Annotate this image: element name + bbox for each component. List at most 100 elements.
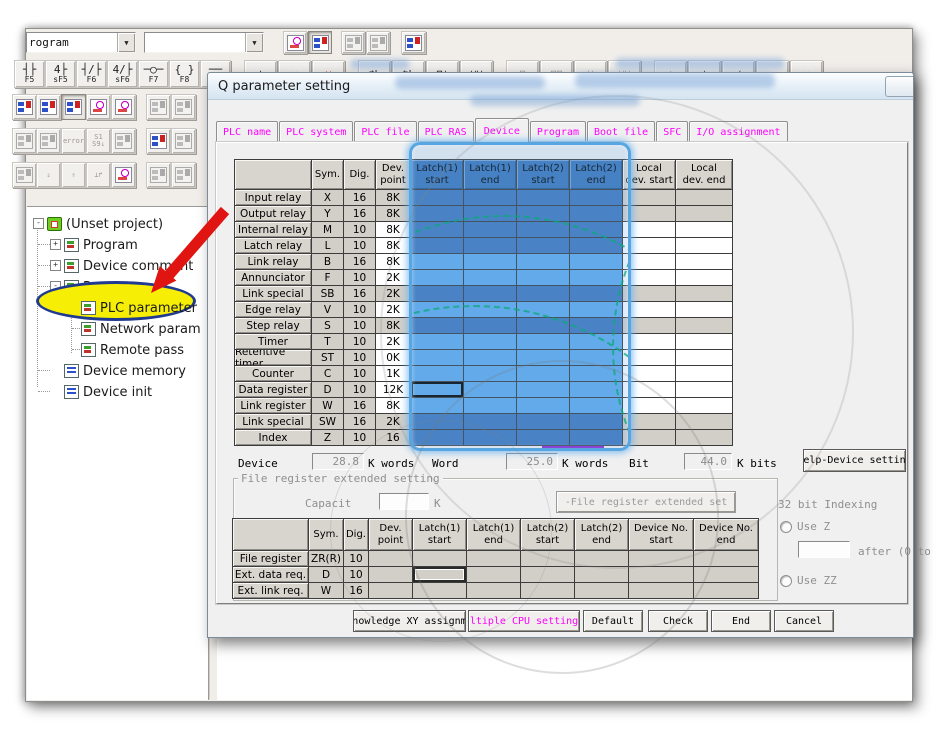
dialog-titlebar[interactable]: Q parameter setting (208, 73, 913, 100)
latch-cell[interactable] (517, 430, 569, 445)
cancel-button[interactable]: Cancel (774, 610, 834, 632)
latch-cell[interactable] (570, 318, 622, 333)
range-cell[interactable] (623, 222, 675, 237)
device-point-cell[interactable]: 12K (376, 382, 410, 397)
latch-cell[interactable] (570, 382, 622, 397)
row-header[interactable]: Latch relay (235, 238, 311, 253)
range-cell[interactable] (676, 366, 732, 381)
device-point-cell[interactable]: 8K (376, 398, 410, 413)
latch-cell[interactable] (411, 398, 463, 413)
ladder-tool-F7[interactable]: ─○─F7 (138, 60, 169, 88)
latch-cell[interactable] (517, 254, 569, 269)
latch-cell[interactable] (411, 318, 463, 333)
device-point-cell[interactable]: 8K (376, 238, 410, 253)
toolbar-button[interactable] (146, 94, 171, 120)
sidebar-item-device-init[interactable]: Device init (64, 383, 152, 401)
latch-cell[interactable] (467, 583, 520, 598)
latch-cell[interactable] (464, 254, 516, 269)
latch-cell[interactable] (517, 206, 569, 221)
row-header[interactable]: Input relay (235, 190, 311, 205)
chevron-down-icon[interactable]: ▼ (117, 33, 135, 52)
help-device-setting-button[interactable]: elp-Device settin (803, 449, 906, 472)
range-cell[interactable] (676, 254, 732, 269)
toolbar-button[interactable] (171, 162, 196, 188)
latch-cell[interactable] (413, 567, 466, 582)
range-cell[interactable] (676, 222, 732, 237)
latch-cell[interactable] (517, 382, 569, 397)
toolbar-button[interactable]: ⇑ (61, 162, 86, 188)
tree-expand-toggle[interactable]: + (50, 260, 61, 271)
toolbar-button[interactable] (12, 128, 37, 154)
tab-plc-system[interactable]: PLC system (279, 121, 353, 143)
range-cell[interactable] (623, 398, 675, 413)
latch-cell[interactable] (570, 254, 622, 269)
latch-cell[interactable] (413, 551, 466, 566)
row-header[interactable]: Link register (235, 398, 311, 413)
latch-cell[interactable] (464, 350, 516, 365)
latch-cell[interactable] (411, 238, 463, 253)
ladder-tool-sF5[interactable]: 4├sF5 (45, 60, 76, 88)
use-z-radio[interactable]: Use Z (780, 520, 830, 533)
latch-cell[interactable] (517, 238, 569, 253)
row-header[interactable]: Timer (235, 334, 311, 349)
toolbar-button[interactable] (341, 31, 365, 54)
latch-cell[interactable] (575, 583, 628, 598)
latch-cell[interactable] (464, 414, 516, 429)
row-header[interactable]: Counter (235, 366, 311, 381)
row-header[interactable]: Link relay (235, 254, 311, 269)
tab-program[interactable]: Program (530, 121, 586, 143)
latch-cell[interactable] (411, 270, 463, 285)
latch-cell[interactable] (517, 190, 569, 205)
row-header[interactable]: Data register (235, 382, 311, 397)
latch-cell[interactable] (464, 206, 516, 221)
latch-cell[interactable] (517, 222, 569, 237)
row-header[interactable]: Edge relay (235, 302, 311, 317)
tab-plc-file[interactable]: PLC file (354, 121, 416, 143)
latch-cell[interactable] (411, 350, 463, 365)
device-point-cell[interactable]: 0K (376, 350, 410, 365)
ladder-tool-F5[interactable]: ┤├F5 (14, 60, 45, 88)
row-header[interactable]: File register (233, 551, 308, 566)
default-button[interactable]: Default (583, 610, 643, 632)
latch-cell[interactable] (570, 350, 622, 365)
toolbar-button[interactable] (36, 94, 61, 120)
latch-cell[interactable] (570, 238, 622, 253)
sidebar-item-device-comment[interactable]: Device comment (64, 257, 193, 275)
range-cell[interactable] (623, 366, 675, 381)
range-cell[interactable] (623, 270, 675, 285)
check-button[interactable]: Check (648, 610, 708, 632)
toolbar-button[interactable] (111, 94, 136, 120)
toolbar-button[interactable] (171, 128, 196, 154)
latch-cell[interactable] (464, 430, 516, 445)
latch-cell[interactable] (413, 583, 466, 598)
range-cell[interactable] (676, 270, 732, 285)
latch-cell[interactable] (464, 366, 516, 381)
sidebar-item-device-memory[interactable]: Device memory (64, 362, 186, 380)
latch-cell[interactable] (517, 334, 569, 349)
latch-cell[interactable] (411, 206, 463, 221)
toolbar-button[interactable] (366, 31, 390, 54)
latch-cell[interactable] (464, 318, 516, 333)
toolbar-button[interactable]: ⊥↱ (86, 162, 111, 188)
latch-cell[interactable] (411, 254, 463, 269)
range-cell[interactable] (623, 382, 675, 397)
find-window-button[interactable] (283, 31, 307, 54)
tab-plc-ras[interactable]: PLC RAS (418, 121, 474, 143)
row-header[interactable]: Ext. link req. (233, 583, 308, 598)
range-cell[interactable] (676, 302, 732, 317)
latch-cell[interactable] (570, 222, 622, 237)
row-header[interactable]: Ext. data req. (233, 567, 308, 582)
latch-cell[interactable] (517, 414, 569, 429)
program-combobox[interactable]: rogram ▼ (26, 32, 136, 53)
toolbar-button[interactable] (401, 31, 426, 54)
row-header[interactable]: Link special (235, 286, 311, 301)
row-header[interactable]: Annunciator (235, 270, 311, 285)
toolbar-button[interactable] (146, 128, 171, 154)
toolbar-button[interactable] (111, 162, 136, 188)
latch-cell[interactable] (464, 302, 516, 317)
sidebar-item-remote-pass[interactable]: Remote pass (81, 341, 184, 359)
row-header[interactable]: Internal relay (235, 222, 311, 237)
latch-cell[interactable] (570, 430, 622, 445)
tab-plc-name[interactable]: PLC name (216, 121, 278, 143)
latch-cell[interactable] (464, 190, 516, 205)
